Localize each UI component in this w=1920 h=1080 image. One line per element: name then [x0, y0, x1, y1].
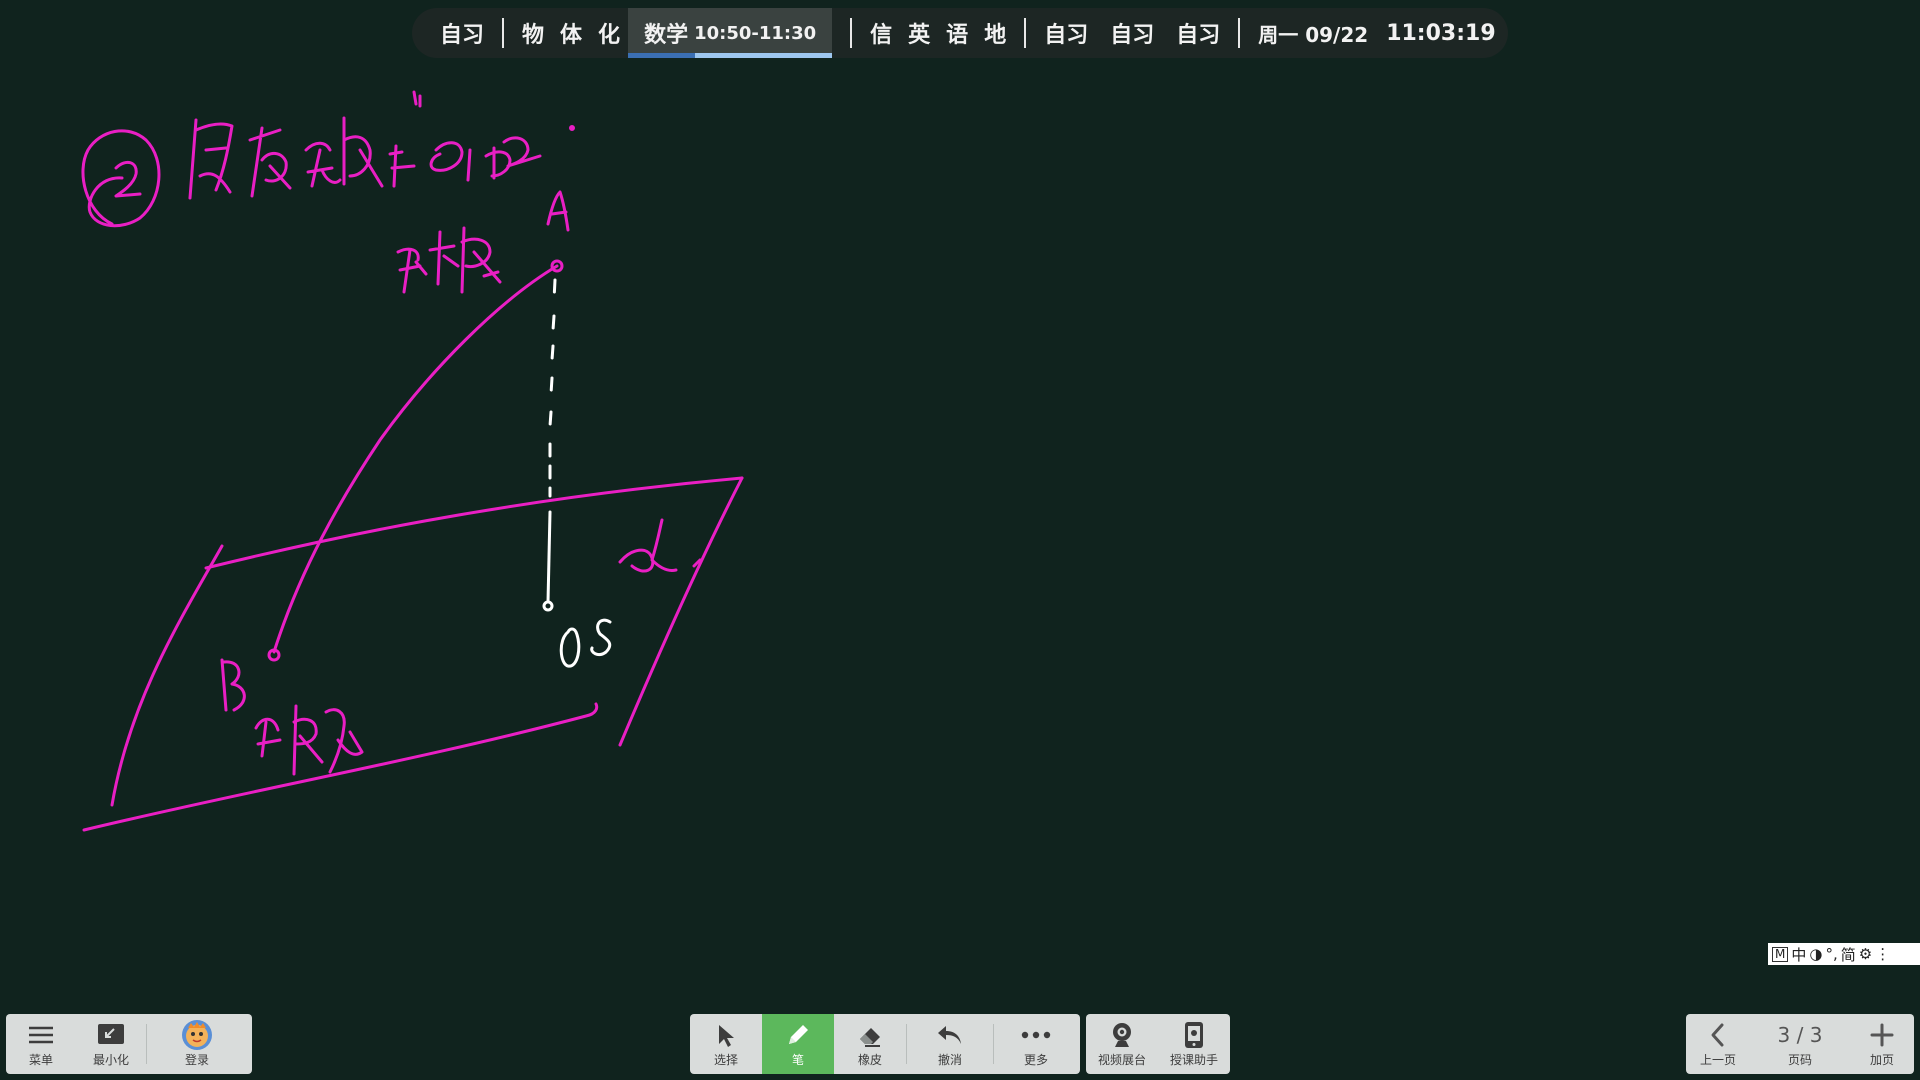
minimize-label: 最小化: [92, 1053, 129, 1067]
ink-point-o: [542, 600, 554, 612]
chevron-left-icon: [1707, 1020, 1729, 1050]
ime-mode-icon[interactable]: M: [1772, 946, 1789, 962]
ink-plane-left-edge: [110, 544, 224, 807]
login-label: 登录: [184, 1053, 209, 1067]
ime-more-icon[interactable]: ⋮: [1875, 945, 1890, 963]
teaching-tools-toolbar: 视频展台 授课助手: [1086, 1014, 1230, 1074]
login-button[interactable]: 登录: [147, 1014, 247, 1074]
ink-oblique-line: [272, 264, 559, 654]
more-button[interactable]: 更多: [994, 1014, 1078, 1074]
minimize-button[interactable]: 最小化: [76, 1014, 146, 1074]
eraser-label: 橡皮: [857, 1053, 882, 1067]
more-label: 更多: [1023, 1053, 1048, 1067]
prev-page-button[interactable]: 上一页: [1686, 1014, 1750, 1074]
plus-icon: [1869, 1020, 1895, 1050]
add-page-label: 加页: [1869, 1053, 1894, 1067]
add-page-button[interactable]: 加页: [1850, 1014, 1914, 1074]
visualizer-label: 视频展台: [1097, 1053, 1146, 1067]
left-toolbar: 菜单 最小化 登录: [6, 1014, 252, 1074]
ink-label-b-foot: [220, 658, 364, 776]
ink-perpendicular-dotted: [548, 278, 557, 498]
page-number-display: 3 / 3: [1777, 1023, 1823, 1047]
drawing-toolbar: 选择 笔 橡皮 撤消 更多: [690, 1014, 1080, 1074]
select-tool-button[interactable]: 选择: [690, 1014, 762, 1074]
pen-label: 笔: [791, 1053, 804, 1067]
pen-tool-button[interactable]: 笔: [762, 1014, 834, 1074]
ink-dot: [569, 125, 575, 131]
ink-label-s: [590, 618, 612, 656]
ink-label-a: [546, 190, 570, 232]
gear-icon[interactable]: ⚙: [1859, 945, 1872, 963]
ink-plane-right-edge: [618, 476, 744, 747]
ink-heading: [188, 90, 542, 200]
menu-label: 菜单: [28, 1053, 53, 1067]
ime-script-toggle[interactable]: 简: [1841, 944, 1856, 965]
ime-punctuation-toggle[interactable]: °,: [1825, 945, 1837, 963]
visualizer-button[interactable]: 视频展台: [1086, 1014, 1158, 1074]
eraser-icon: [856, 1020, 884, 1050]
page-navigation: 上一页 3 / 3 页码 加页: [1686, 1014, 1914, 1074]
avatar-icon: [181, 1020, 213, 1050]
ink-label-o: [559, 627, 581, 668]
ime-status-bar[interactable]: M 中 ◑ °, 简 ⚙ ⋮: [1768, 943, 1920, 965]
ink-label-slash-line: [396, 226, 502, 294]
undo-icon: [935, 1020, 965, 1050]
ink-circled-2: [81, 129, 161, 228]
menu-icon: [26, 1020, 56, 1050]
eraser-tool-button[interactable]: 橡皮: [834, 1014, 906, 1074]
tablet-icon: [1183, 1020, 1205, 1050]
teaching-assistant-button[interactable]: 授课助手: [1158, 1014, 1230, 1074]
ink-plane-bottom-edge: [82, 702, 599, 832]
undo-button[interactable]: 撤消: [907, 1014, 993, 1074]
select-label: 选择: [713, 1053, 738, 1067]
page-number-button[interactable]: 3 / 3 页码: [1750, 1014, 1850, 1074]
page-number-label: 页码: [1787, 1053, 1812, 1067]
pen-icon: [784, 1020, 812, 1050]
menu-button[interactable]: 菜单: [6, 1014, 76, 1074]
undo-label: 撤消: [937, 1053, 962, 1067]
whiteboard-canvas[interactable]: [0, 0, 1920, 1080]
ime-language-toggle[interactable]: 中: [1791, 944, 1806, 965]
minimize-icon: [96, 1020, 126, 1050]
ink-perpendicular-solid: [546, 510, 552, 604]
prev-page-label: 上一页: [1699, 1053, 1736, 1067]
ime-moon-icon[interactable]: ◑: [1809, 945, 1822, 963]
cursor-icon: [713, 1020, 739, 1050]
ink-point-b: [267, 648, 281, 662]
ink-label-alpha: [618, 518, 702, 573]
teaching-assistant-label: 授课助手: [1169, 1053, 1218, 1067]
webcam-icon: [1109, 1020, 1135, 1050]
more-icon: [1020, 1020, 1052, 1050]
